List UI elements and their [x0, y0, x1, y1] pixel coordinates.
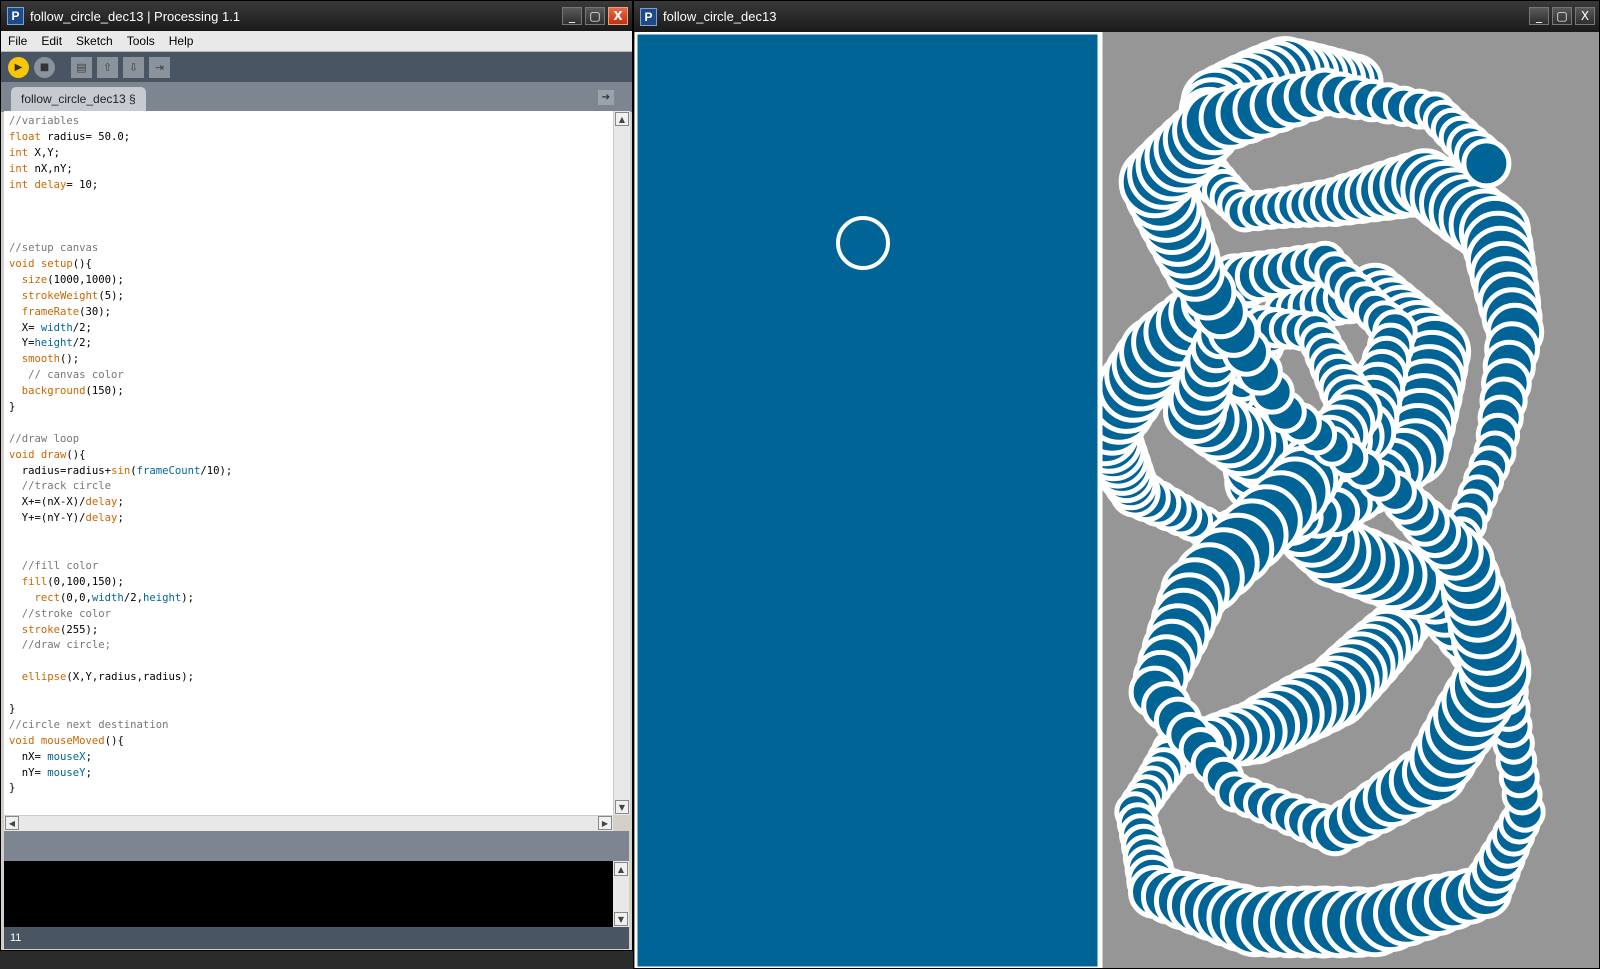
code-line[interactable]: // canvas color: [9, 368, 613, 384]
processing-logo-icon: P: [7, 7, 24, 25]
scroll-right-icon[interactable]: ▶: [598, 816, 612, 830]
sketch-canvas[interactable]: [635, 32, 1600, 969]
sketch-maximize-button[interactable]: ▢: [1552, 7, 1572, 25]
menu-file[interactable]: File: [1, 34, 34, 48]
trail-circle: [1461, 138, 1512, 189]
processing-logo-icon: P: [640, 7, 657, 26]
maximize-button[interactable]: ▢: [585, 7, 605, 25]
code-text[interactable]: //variables float radius= 50.0; int X,Y; in…: [4, 111, 613, 797]
code-line[interactable]: ellipse(X,Y,radius,radius);: [9, 670, 613, 686]
code-line[interactable]: ​: [9, 654, 613, 670]
code-line[interactable]: ​: [9, 527, 613, 543]
save-icon[interactable]: ⇩: [123, 56, 144, 78]
stop-button[interactable]: ■: [34, 56, 55, 78]
tab-strip: follow_circle_dec13 § ➔: [1, 82, 632, 112]
editor-window-title: follow_circle_dec13 | Processing 1.1: [30, 8, 241, 24]
left-half-rect: [635, 32, 1103, 968]
code-line[interactable]: //track circle: [9, 479, 613, 495]
code-line[interactable]: size(1000,1000);: [9, 273, 613, 289]
code-line[interactable]: int delay= 10;: [9, 178, 613, 194]
code-line[interactable]: ​: [9, 193, 613, 209]
menu-edit[interactable]: Edit: [34, 34, 69, 48]
console-scrollbar[interactable]: ▲ ▼: [613, 861, 629, 927]
code-line[interactable]: int nX,nY;: [9, 162, 613, 178]
code-line[interactable]: X= width/2;: [9, 321, 613, 337]
code-line[interactable]: //stroke color: [9, 607, 613, 623]
code-line[interactable]: ​: [9, 209, 613, 225]
sketch-window: P follow_circle_dec13 _ ▢ X: [633, 0, 1600, 969]
code-line[interactable]: fill(0,100,150);: [9, 575, 613, 591]
code-line[interactable]: strokeWeight(5);: [9, 289, 613, 305]
menu-help[interactable]: Help: [162, 34, 201, 48]
new-icon[interactable]: ▤: [71, 56, 92, 78]
code-line[interactable]: stroke(255);: [9, 623, 613, 639]
follow-circle: [836, 216, 890, 270]
minimize-button[interactable]: _: [562, 7, 582, 25]
code-line[interactable]: ​: [9, 225, 613, 241]
code-line[interactable]: //draw loop: [9, 432, 613, 448]
code-line[interactable]: void setup(){: [9, 257, 613, 273]
code-line[interactable]: Y=height/2;: [9, 336, 613, 352]
close-button[interactable]: X: [608, 7, 628, 25]
code-line[interactable]: ​: [9, 416, 613, 432]
code-line[interactable]: rect(0,0,width/2,height);: [9, 591, 613, 607]
code-line[interactable]: nX= mouseX;: [9, 750, 613, 766]
console-output[interactable]: [4, 861, 613, 927]
code-line[interactable]: void draw(){: [9, 448, 613, 464]
sketch-title-bar[interactable]: P follow_circle_dec13 _ ▢ X: [634, 1, 1599, 32]
console-scroll-up-icon[interactable]: ▲: [614, 862, 628, 876]
open-icon[interactable]: ⇧: [97, 56, 118, 78]
code-line[interactable]: //fill color: [9, 559, 613, 575]
code-line[interactable]: X+=(nX-X)/delay;: [9, 495, 613, 511]
export-icon[interactable]: ⇥: [149, 56, 170, 78]
menu-bar: File Edit Sketch Tools Help: [1, 31, 632, 52]
menu-tools[interactable]: Tools: [120, 34, 162, 48]
sketch-close-button[interactable]: X: [1575, 7, 1595, 25]
code-line[interactable]: background(150);: [9, 384, 613, 400]
console-scroll-down-icon[interactable]: ▼: [614, 912, 628, 926]
code-line[interactable]: }: [9, 400, 613, 416]
menu-sketch[interactable]: Sketch: [69, 34, 120, 48]
scroll-up-icon[interactable]: ▲: [615, 112, 629, 126]
code-line[interactable]: frameRate(30);: [9, 305, 613, 321]
code-line[interactable]: float radius= 50.0;: [9, 130, 613, 146]
line-number-status: 11: [4, 927, 629, 949]
code-line[interactable]: ​: [9, 543, 613, 559]
message-area: [4, 831, 629, 861]
editor-horizontal-scrollbar[interactable]: ◀ ▶: [4, 815, 613, 831]
code-line[interactable]: void mouseMoved(){: [9, 734, 613, 750]
sketch-minimize-button[interactable]: _: [1529, 7, 1549, 25]
code-line[interactable]: Y+=(nY-Y)/delay;: [9, 511, 613, 527]
toolbar: ▶ ■ ▤ ⇧ ⇩ ⇥: [1, 52, 632, 82]
code-editor[interactable]: //variables float radius= 50.0; int X,Y; in…: [4, 111, 613, 815]
scroll-left-icon[interactable]: ◀: [5, 816, 19, 830]
code-line[interactable]: ​: [9, 686, 613, 702]
tab-follow-circle[interactable]: follow_circle_dec13 §: [11, 87, 146, 112]
scroll-down-icon[interactable]: ▼: [615, 800, 629, 814]
editor-title-bar[interactable]: P follow_circle_dec13 | Processing 1.1 _…: [1, 1, 632, 31]
code-line[interactable]: int X,Y;: [9, 146, 613, 162]
editor-vertical-scrollbar[interactable]: ▲ ▼: [613, 111, 630, 815]
code-line[interactable]: //draw circle;: [9, 638, 613, 654]
code-line[interactable]: //circle next destination: [9, 718, 613, 734]
code-line[interactable]: }: [9, 781, 613, 797]
code-line[interactable]: //setup canvas: [9, 241, 613, 257]
tab-menu-arrow-icon[interactable]: ➔: [598, 90, 614, 105]
code-line[interactable]: radius=radius+sin(frameCount/10);: [9, 464, 613, 480]
code-line[interactable]: nY= mouseY;: [9, 766, 613, 782]
code-line[interactable]: }: [9, 702, 613, 718]
sketch-window-title: follow_circle_dec13: [663, 9, 777, 24]
run-button[interactable]: ▶: [8, 56, 29, 78]
code-line[interactable]: //variables: [9, 114, 613, 130]
code-line[interactable]: smooth();: [9, 352, 613, 368]
